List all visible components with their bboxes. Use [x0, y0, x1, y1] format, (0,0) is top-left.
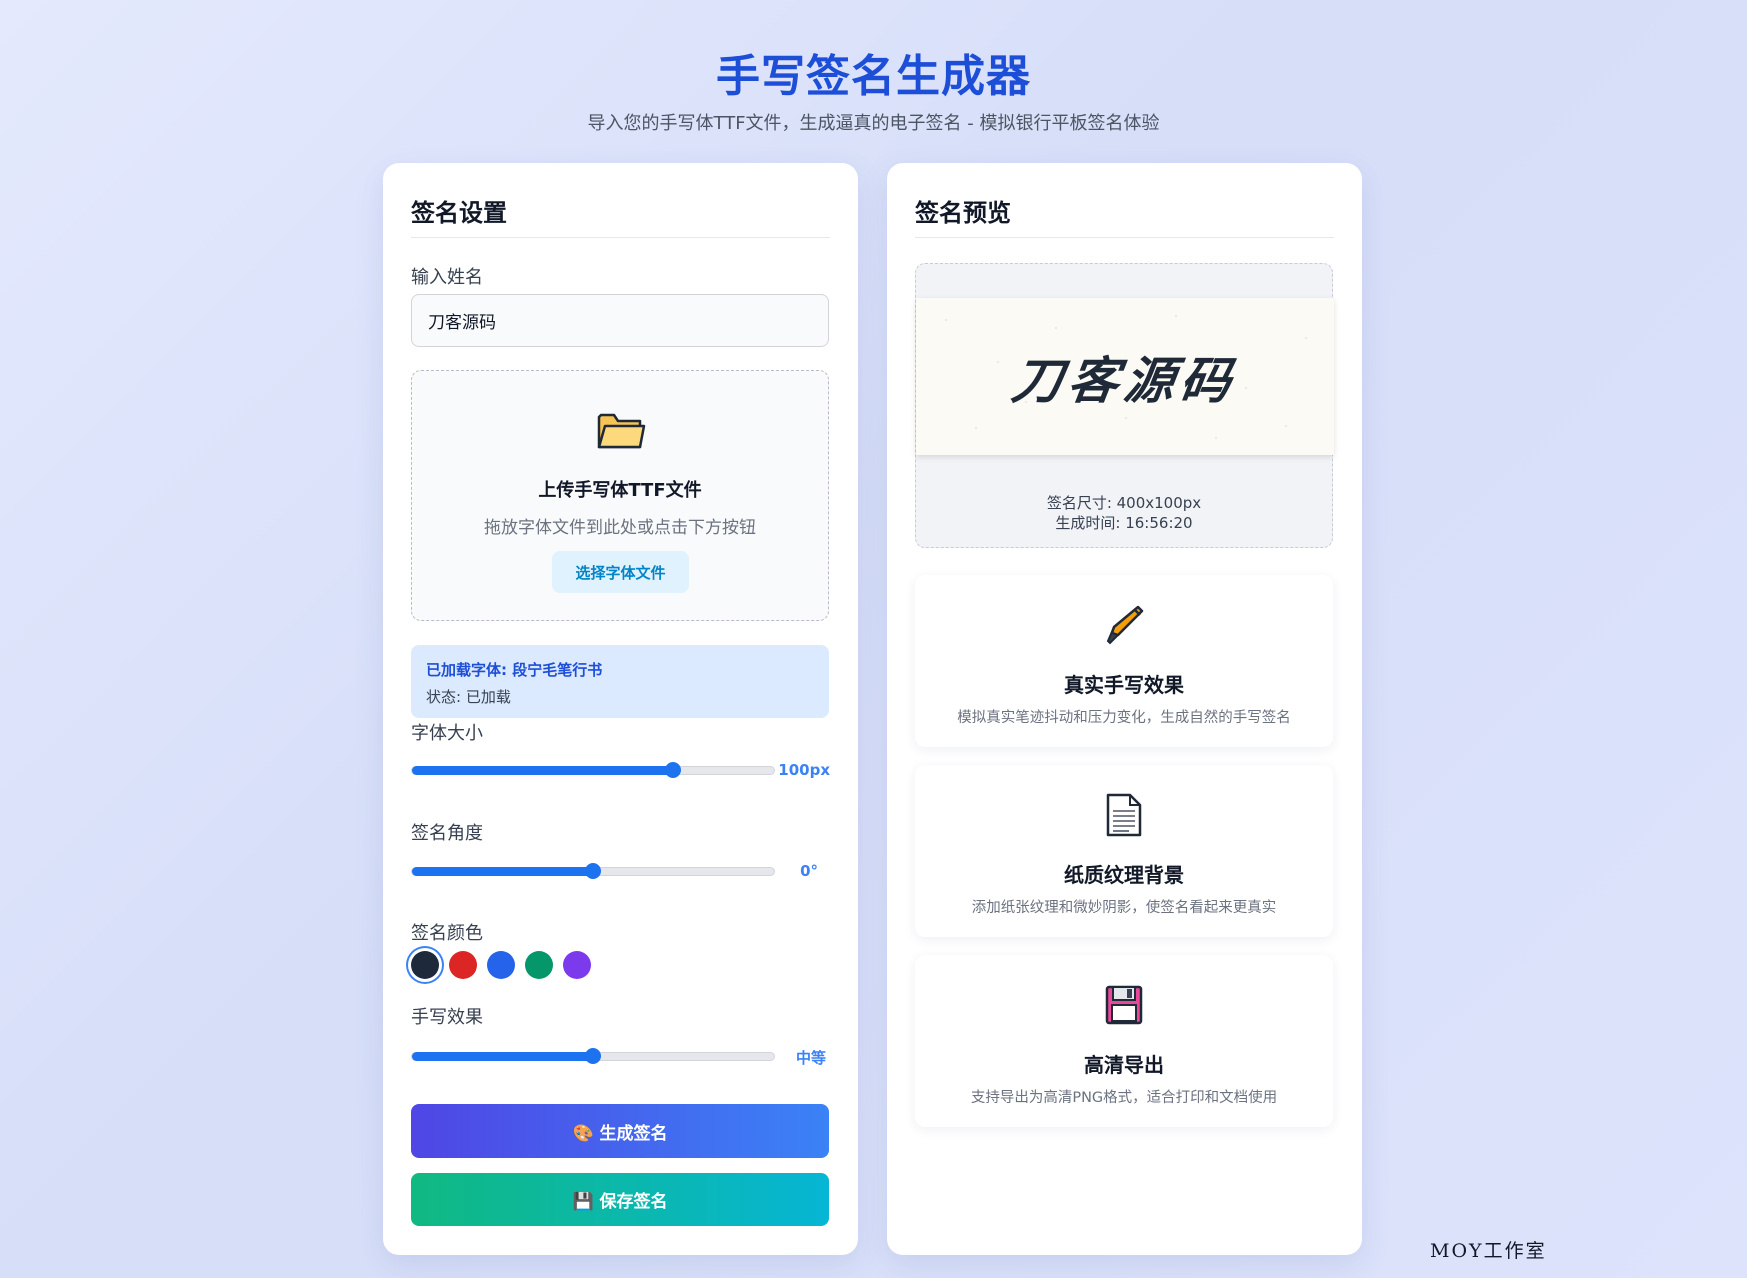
font-info-box: 已加载字体: 段宁毛笔行书 状态: 已加载: [411, 645, 829, 718]
save-signature-label: 保存签名: [599, 1192, 668, 1212]
page-title: 手写签名生成器: [716, 51, 1031, 102]
generate-signature-label: 生成签名: [599, 1123, 668, 1144]
floppy-disk-icon: 💾: [572, 1192, 594, 1212]
effect-slider[interactable]: [411, 1048, 775, 1064]
font-size-slider-fill: [412, 766, 673, 775]
font-size-slider[interactable]: [411, 762, 775, 778]
feature-desc: 支持导出为高清PNG格式，适合打印和文档使用: [970, 1090, 1278, 1106]
font-size-value: 100px: [778, 761, 830, 779]
signature-text: 刀客源码: [1008, 350, 1241, 410]
feature-card-handwriting: 真实手写效果 模拟真实笔迹抖动和压力变化，生成自然的手写签名: [915, 575, 1333, 747]
angle-label: 签名角度: [411, 823, 483, 844]
settings-panel: 签名设置 输入姓名 上传手写体TTF文件 拖放字体文件到此处或点击下方按钮 选择…: [383, 163, 858, 1255]
font-size-slider-thumb[interactable]: [664, 762, 681, 778]
angle-slider-fill: [412, 867, 593, 876]
preview-divider: [915, 237, 1334, 238]
color-swatch-green[interactable]: [525, 951, 553, 979]
upload-hint: 拖放字体文件到此处或点击下方按钮: [484, 518, 756, 538]
signature-paper: 刀客源码: [916, 298, 1334, 455]
color-label: 签名颜色: [411, 923, 483, 944]
font-size-label: 字体大小: [411, 723, 483, 744]
studio-watermark: MOY工作室: [1430, 1240, 1547, 1262]
font-status-text: 状态: 已加载: [426, 688, 511, 706]
feature-card-paper-texture: 纸质纹理背景 添加纸张纹理和微妙阴影，使签名看起来更真实: [915, 765, 1333, 937]
folder-icon: [597, 413, 646, 449]
font-upload-dropzone[interactable]: 上传手写体TTF文件 拖放字体文件到此处或点击下方按钮 选择字体文件: [411, 370, 829, 621]
feature-desc: 模拟真实笔迹抖动和压力变化，生成自然的手写签名: [957, 710, 1291, 726]
angle-value: 0°: [800, 862, 818, 880]
effect-value: 中等: [795, 1049, 826, 1067]
feature-title: 真实手写效果: [1064, 673, 1184, 697]
fountain-pen-icon: [1106, 605, 1144, 645]
signature-preview-box: 刀客源码 签名尺寸: 400x100px 生成时间: 16:56:20: [915, 263, 1334, 548]
generate-signature-button[interactable]: 🎨 生成签名: [411, 1104, 829, 1158]
generated-time-text: 生成时间: 16:56:20: [1055, 514, 1193, 532]
signature-size-text: 签名尺寸: 400x100px: [1046, 494, 1202, 512]
name-label: 输入姓名: [411, 267, 483, 288]
color-swatch-red[interactable]: [449, 951, 477, 979]
color-swatch-purple[interactable]: [563, 951, 591, 979]
upload-title: 上传手写体TTF文件: [538, 480, 702, 501]
preview-panel: 签名预览 刀客源码 签名尺寸: 400x100px 生成时间: 16:56:20…: [887, 163, 1362, 1255]
preview-heading: 签名预览: [915, 199, 1011, 227]
page-subtitle: 导入您的手写体TTF文件，生成逼真的电子签名 - 模拟银行平板签名体验: [587, 113, 1160, 134]
effect-slider-fill: [412, 1052, 593, 1061]
feature-title: 纸质纹理背景: [1064, 863, 1184, 887]
settings-divider: [411, 237, 830, 238]
palette-icon: 🎨: [572, 1123, 594, 1144]
save-signature-button[interactable]: 💾 保存签名: [411, 1173, 829, 1226]
angle-slider[interactable]: [411, 863, 775, 879]
floppy-disk-icon: [1105, 985, 1143, 1025]
choose-font-button[interactable]: 选择字体文件: [552, 551, 689, 593]
feature-title: 高清导出: [1084, 1053, 1164, 1077]
name-input[interactable]: [411, 294, 829, 347]
effect-label: 手写效果: [411, 1007, 483, 1028]
document-icon: [1106, 793, 1142, 837]
loaded-font-text: 已加载字体: 段宁毛笔行书: [426, 661, 603, 679]
settings-heading: 签名设置: [411, 199, 507, 227]
color-swatch-blue[interactable]: [487, 951, 515, 979]
angle-slider-thumb[interactable]: [585, 863, 601, 879]
feature-desc: 添加纸张纹理和微妙阴影，使签名看起来更真实: [971, 900, 1277, 916]
feature-card-hd-export: 高清导出 支持导出为高清PNG格式，适合打印和文档使用: [915, 955, 1333, 1127]
effect-slider-thumb[interactable]: [585, 1048, 601, 1064]
color-swatch-dark[interactable]: [411, 951, 439, 979]
